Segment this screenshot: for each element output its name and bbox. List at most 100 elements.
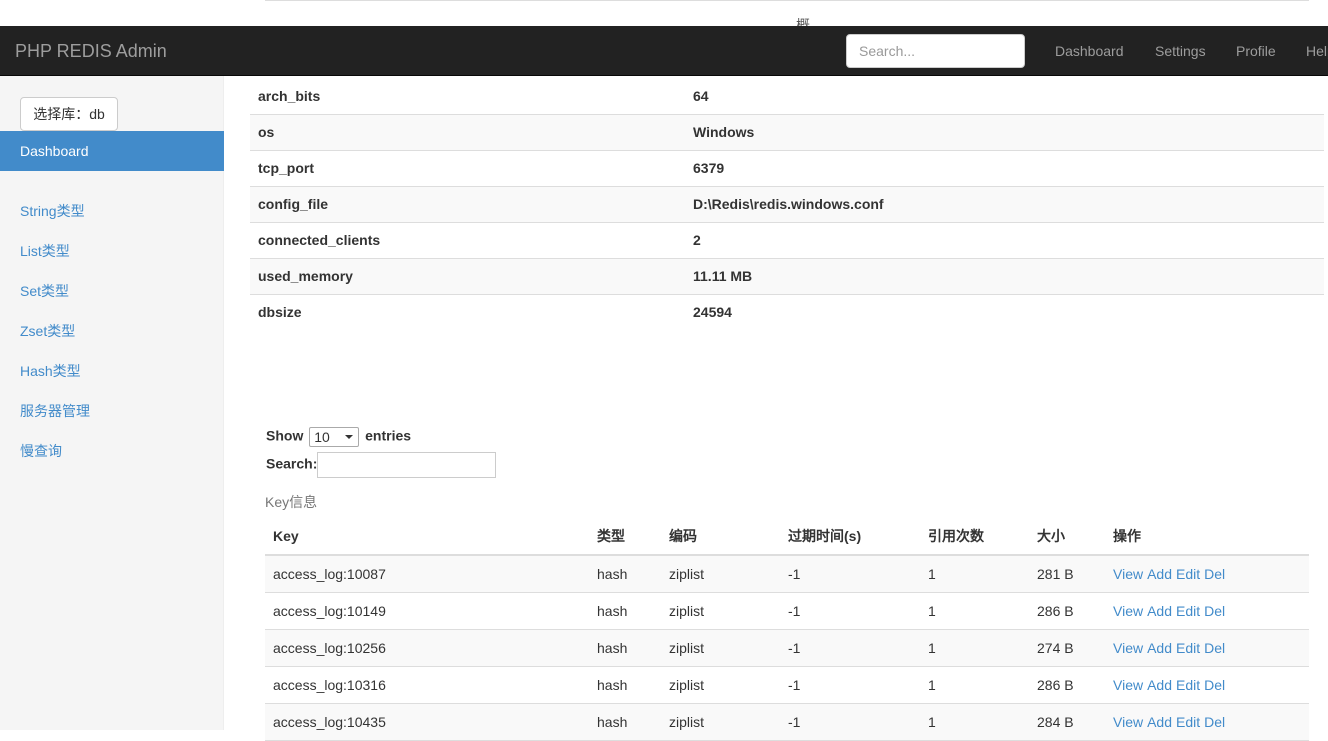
column-header-actions[interactable]: 操作 [1105,518,1309,556]
nav-link-settings[interactable]: Settings [1155,26,1206,76]
table-row: used_memory 11.11 MB [250,258,1324,295]
key-table: Key 类型 编码 过期时间(s) 引用次数 大小 操作 access_log:… [265,518,1309,741]
edit-link[interactable]: Edit [1176,677,1200,693]
sidebar-item-server-admin[interactable]: 服务器管理 [20,401,90,421]
table-row: access_log:10256 hash ziplist -1 1 274 B… [265,629,1309,667]
sidebar-item-set[interactable]: Set类型 [20,281,69,301]
table-row: access_log:10087 hash ziplist -1 1 281 B… [265,555,1309,593]
server-info-table: arch_bits 64 os Windows tcp_port 6379 co… [250,78,1324,330]
cell-type: hash [589,703,661,741]
cell-size: 284 B [1029,703,1105,741]
cell-refcount: 1 [920,555,1029,593]
add-link[interactable]: Add [1147,566,1172,582]
cell-ttl: -1 [780,629,920,667]
select-db-button[interactable]: 选择库：db [20,97,118,131]
cell-refcount: 1 [920,666,1029,704]
delete-link[interactable]: Del [1204,603,1225,619]
sidebar-item-string[interactable]: String类型 [20,201,85,221]
sidebar-item-list[interactable]: List类型 [20,241,70,261]
cell-refcount: 1 [920,629,1029,667]
table-row: access_log:10149 hash ziplist -1 1 286 B… [265,592,1309,630]
hidden-heading-fragment: 概要 [796,18,810,26]
show-label: Show [266,427,304,444]
sidebar-item-dashboard[interactable]: Dashboard [0,131,224,171]
delete-link[interactable]: Del [1204,566,1225,582]
cell-size: 286 B [1029,666,1105,704]
nav-link-help[interactable]: Help [1306,26,1328,76]
top-navbar: PHP REDIS Admin Dashboard Settings Profi… [0,26,1328,76]
info-key: config_file [250,186,685,223]
cell-type: hash [589,666,661,704]
cell-actions: View Add Edit Del [1105,629,1309,667]
cell-size: 281 B [1029,555,1105,593]
edit-link[interactable]: Edit [1176,714,1200,730]
cell-actions: View Add Edit Del [1105,592,1309,630]
cell-key: access_log:10087 [265,555,589,593]
add-link[interactable]: Add [1147,603,1172,619]
cell-key: access_log:10435 [265,703,589,741]
info-value: 6379 [685,150,1324,187]
view-link[interactable]: View [1113,566,1143,582]
table-search-input[interactable] [317,452,497,478]
page-top-remnant: 概要 [0,0,1328,26]
delete-link[interactable]: Del [1204,677,1225,693]
entries-select[interactable]: 10 [309,427,360,447]
column-header-size[interactable]: 大小 [1029,518,1105,556]
filter-label: Search: [266,455,318,472]
add-link[interactable]: Add [1147,640,1172,656]
column-header-refcount[interactable]: 引用次数 [920,518,1029,556]
info-value: Windows [685,114,1324,151]
cell-encoding: ziplist [661,555,780,593]
edit-link[interactable]: Edit [1176,603,1200,619]
column-header-ttl[interactable]: 过期时间(s) [780,518,920,556]
cell-size: 286 B [1029,592,1105,630]
cell-actions: View Add Edit Del [1105,703,1309,741]
view-link[interactable]: View [1113,603,1143,619]
cell-size: 274 B [1029,629,1105,667]
nav-link-profile[interactable]: Profile [1236,26,1276,76]
view-link[interactable]: View [1113,640,1143,656]
info-key: connected_clients [250,222,685,259]
table-header-row: Key 类型 编码 过期时间(s) 引用次数 大小 操作 [265,518,1309,556]
view-link[interactable]: View [1113,714,1143,730]
cell-key: access_log:10149 [265,592,589,630]
edit-link[interactable]: Edit [1176,566,1200,582]
sidebar-item-hash[interactable]: Hash类型 [20,361,81,381]
table-row: access_log:10435 hash ziplist -1 1 284 B… [265,703,1309,741]
cell-key: access_log:10316 [265,666,589,704]
add-link[interactable]: Add [1147,714,1172,730]
column-header-type[interactable]: 类型 [589,518,661,556]
table-row: tcp_port 6379 [250,150,1324,187]
sidebar-item-zset[interactable]: Zset类型 [20,321,75,341]
table-filter: Search: [266,452,497,478]
brand-logo[interactable]: PHP REDIS Admin [15,26,167,76]
cell-actions: View Add Edit Del [1105,555,1309,593]
info-key: dbsize [258,304,302,321]
add-link[interactable]: Add [1147,677,1172,693]
divider [265,0,1309,1]
table-row: arch_bits 64 [250,78,1324,115]
entries-label: entries [365,427,412,444]
view-link[interactable]: View [1113,677,1143,693]
cell-type: hash [589,555,661,593]
cell-encoding: ziplist [661,703,780,741]
delete-link[interactable]: Del [1204,714,1225,730]
delete-link[interactable]: Del [1204,640,1225,656]
search-input[interactable] [846,34,1025,68]
cell-type: hash [589,629,661,667]
info-key: tcp_port [250,150,685,187]
caret-down-icon [345,435,354,439]
edit-link[interactable]: Edit [1176,640,1200,656]
cell-ttl: -1 [780,555,920,593]
cell-refcount: 1 [920,592,1029,630]
column-header-encoding[interactable]: 编码 [661,518,780,556]
entries-length-control: Show 10 entries [266,427,411,447]
sidebar-item-slowlog[interactable]: 慢查询 [20,441,62,461]
info-value: 64 [685,78,1324,115]
column-header-key[interactable]: Key [265,518,589,556]
cell-type: hash [589,592,661,630]
cell-ttl: -1 [780,592,920,630]
info-value: 11.11 MB [685,258,1324,295]
sidebar: 选择库：db Dashboard String类型 List类型 Set类型 Z… [0,76,224,730]
nav-link-dashboard[interactable]: Dashboard [1055,26,1124,76]
